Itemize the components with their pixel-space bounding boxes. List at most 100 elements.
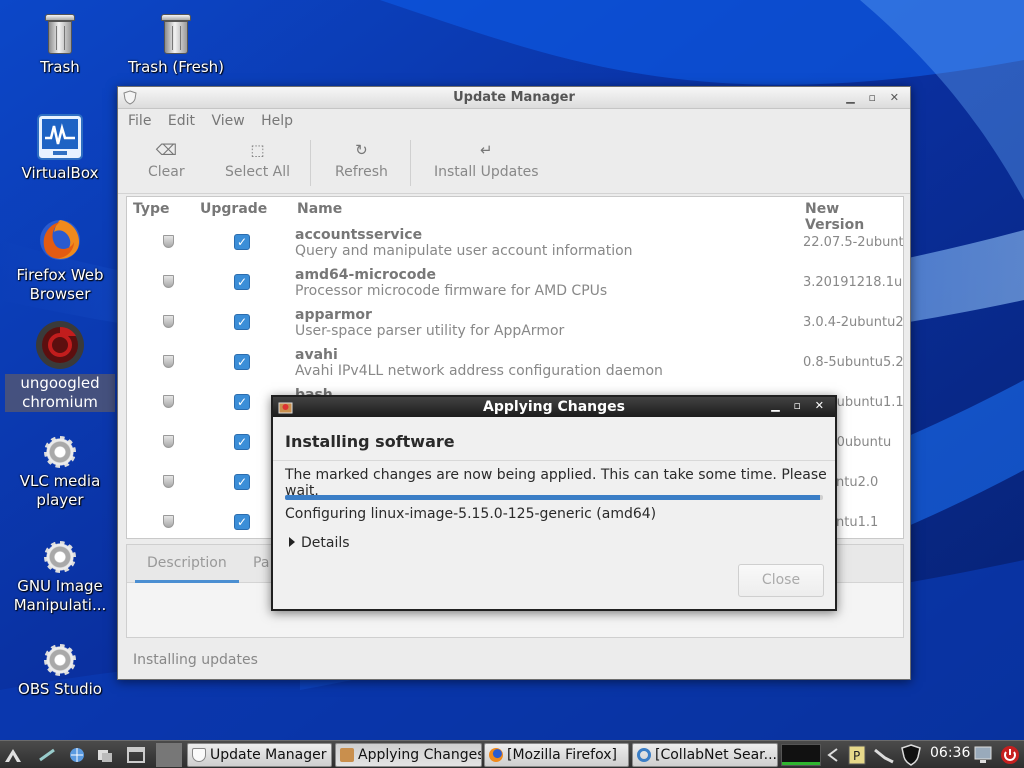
close-button[interactable]: Close [738, 564, 824, 597]
desktop-icon-trash[interactable]: Trash [5, 14, 115, 77]
desktop-icon-obs[interactable]: OBS Studio [5, 644, 115, 699]
desktop-icon-ungoogled-chromium[interactable]: ungoogled chromium [5, 320, 115, 412]
network-icon[interactable] [68, 746, 86, 764]
update-type-shield-icon [163, 355, 174, 368]
update-type-shield-icon [163, 235, 174, 248]
pager[interactable] [156, 743, 182, 767]
table-row[interactable]: ✓ amd64-microcode Processor microcode firm… [127, 263, 903, 303]
progress-fill [285, 495, 821, 500]
list-header: Type Upgrade Name New Version [127, 197, 903, 233]
virtualbox-icon [37, 114, 83, 160]
shield-icon [123, 90, 137, 105]
firefox-icon [489, 748, 503, 762]
desktop-icon-label: Firefox Web Browser [16, 266, 104, 303]
desktop-icon-label: OBS Studio [18, 680, 102, 698]
table-row[interactable]: ✓ avahi Avahi IPv4LL network address confi… [127, 343, 903, 383]
select-all-icon: ⬚ [250, 141, 265, 159]
package-description: User-space parser utility for AppArmor [295, 323, 565, 339]
applying-changes-dialog: Applying Changes ▁ ▫ ✕ Installing softwa… [271, 395, 837, 611]
package-name: accountsservice [295, 227, 423, 243]
select-all-button[interactable]: ⬚ Select All [225, 142, 290, 180]
desktop-icon-firefox[interactable]: Firefox Web Browser [5, 218, 115, 304]
menu-file[interactable]: File [128, 113, 151, 129]
update-type-shield-icon [163, 435, 174, 448]
update-type-shield-icon [163, 275, 174, 288]
details-label: Details [301, 535, 350, 551]
clock[interactable]: 06:36 [930, 745, 970, 761]
package-icon [278, 402, 293, 414]
upgrade-checkbox[interactable]: ✓ [234, 314, 250, 330]
column-name[interactable]: Name [297, 201, 342, 217]
display-icon[interactable] [974, 745, 992, 765]
upgrade-checkbox[interactable]: ✓ [234, 514, 250, 530]
desktop-icon-trash-fresh[interactable]: Trash (Fresh) [121, 14, 231, 88]
network-cable-icon[interactable] [873, 746, 895, 764]
package-description: Query and manipulate user account inform… [295, 243, 633, 259]
taskbar: Update Manager Applying Changes [Mozilla… [0, 740, 1024, 768]
desktop-icon-vlc[interactable]: VLC media player [5, 436, 115, 510]
package-name: apparmor [295, 307, 372, 323]
gear-icon [44, 436, 76, 468]
tab-description[interactable]: Description [135, 555, 239, 583]
file-manager-icon[interactable] [96, 746, 114, 764]
desktop-icon-gimp[interactable]: GNU Image Manipulati... [5, 541, 115, 615]
svg-text:P: P [853, 749, 860, 763]
package-new-version: 22.07.5-2ubuntu1.5 [803, 235, 904, 250]
update-type-shield-icon [163, 475, 174, 488]
refresh-icon: ↻ [355, 141, 368, 159]
clear-label: Clear [148, 164, 185, 180]
menu-view[interactable]: View [211, 113, 244, 129]
refresh-label: Refresh [335, 164, 388, 180]
window-title: Update Manager [453, 90, 575, 105]
desktop-icon-virtualbox[interactable]: VirtualBox [5, 114, 115, 183]
shield-icon [192, 748, 206, 762]
column-type[interactable]: Type [133, 201, 170, 217]
menu-help[interactable]: Help [261, 113, 293, 129]
show-desktop-icon[interactable] [38, 746, 56, 764]
upgrade-checkbox[interactable]: ✓ [234, 354, 250, 370]
task-firefox[interactable]: [Mozilla Firefox] [484, 743, 629, 767]
upgrade-checkbox[interactable]: ✓ [234, 234, 250, 250]
upgrade-checkbox[interactable]: ✓ [234, 434, 250, 450]
table-row[interactable]: ✓ accountsservice Query and manipulate use… [127, 223, 904, 263]
dialog-titlebar[interactable]: Applying Changes ▁ ▫ ✕ [273, 397, 835, 417]
task-collabnet[interactable]: [CollabNet Sear... [632, 743, 778, 767]
refresh-button[interactable]: ↻ Refresh [335, 142, 388, 180]
update-manager-titlebar[interactable]: Update Manager ▁ ▫ ✕ [118, 87, 910, 109]
desktop-icon-label: Trash [40, 58, 80, 76]
table-row[interactable]: ✓ apparmor User-space parser utility for A… [127, 303, 903, 343]
task-label: Applying Changes [358, 747, 482, 763]
upgrade-checkbox[interactable]: ✓ [234, 474, 250, 490]
gear-icon [44, 541, 76, 573]
power-icon[interactable] [1000, 745, 1020, 765]
toolbar-separator [310, 140, 311, 186]
arrow-left-icon[interactable] [825, 746, 841, 764]
divider [273, 460, 835, 461]
install-updates-button[interactable]: ↵ Install Updates [434, 142, 539, 180]
dialog-window-controls[interactable]: ▁ ▫ ✕ [771, 396, 829, 416]
upgrade-checkbox[interactable]: ✓ [234, 274, 250, 290]
package-description: Avahi IPv4LL network address configurati… [295, 363, 663, 379]
details-expander[interactable]: Details [289, 535, 350, 551]
toolbar: ⌫ Clear ⬚ Select All ↻ Refresh ↵ Install… [118, 134, 910, 194]
backspace-icon: ⌫ [155, 141, 177, 159]
tab-packages[interactable]: Pa [253, 555, 269, 571]
window-controls[interactable]: ▁ ▫ ✕ [846, 87, 904, 109]
upgrade-checkbox[interactable]: ✓ [234, 394, 250, 410]
progress-bar [285, 495, 823, 500]
clipboard-icon[interactable]: P [848, 745, 866, 765]
start-menu-icon[interactable] [4, 746, 22, 764]
window-switch-icon[interactable] [127, 746, 145, 764]
menubar: File Edit View Help [118, 109, 910, 134]
desktop-icon-label: VLC media player [19, 472, 101, 509]
menu-edit[interactable]: Edit [168, 113, 195, 129]
task-label: Update Manager [210, 747, 327, 763]
task-applying-changes[interactable]: Applying Changes [335, 743, 482, 767]
trash-icon [45, 14, 75, 54]
task-update-manager[interactable]: Update Manager [187, 743, 332, 767]
status-text: Installing updates [133, 652, 258, 668]
clear-button[interactable]: ⌫ Clear [148, 142, 185, 180]
shield-icon[interactable] [901, 744, 921, 766]
column-upgrade[interactable]: Upgrade [200, 201, 267, 217]
dialog-title: Applying Changes [483, 399, 625, 415]
